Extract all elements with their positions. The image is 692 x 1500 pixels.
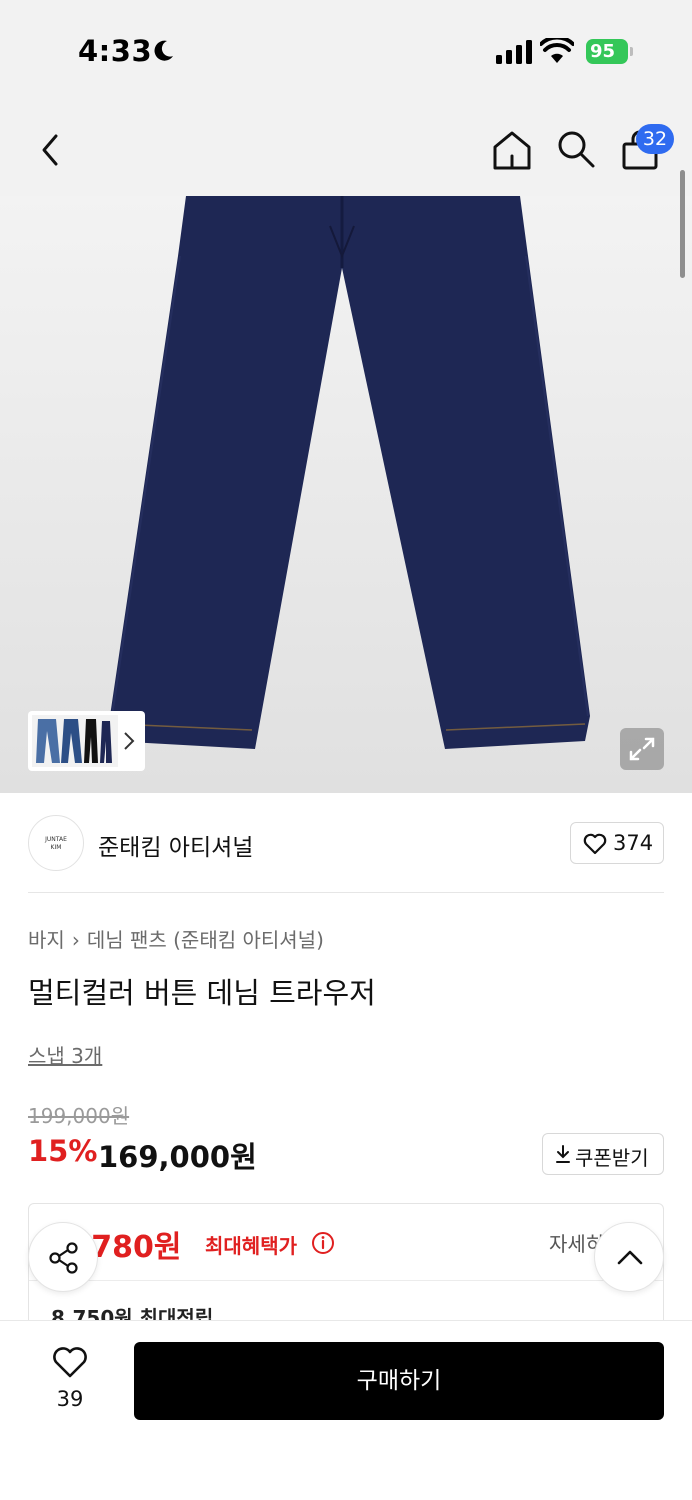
snap-link[interactable]: 스냅 3개 (28, 1040, 102, 1069)
coupon-button[interactable]: 쿠폰받기 (542, 1133, 664, 1175)
brand-row[interactable]: JUNTAE KIM 준태킴 아티셔널 374 (28, 815, 664, 871)
brand-like-button[interactable]: 374 (570, 822, 664, 864)
heart-icon (53, 1347, 87, 1378)
expand-icon (629, 737, 655, 761)
chevron-right-icon (124, 732, 135, 750)
discount-rate: 15% (28, 1134, 98, 1168)
heart-icon (583, 833, 607, 855)
product-image[interactable] (0, 196, 692, 793)
status-time: 4:33 (78, 34, 153, 68)
brand-logo[interactable]: JUNTAE KIM (28, 815, 84, 871)
denim-trousers-image (110, 196, 590, 749)
search-icon[interactable] (555, 128, 597, 170)
brand-name[interactable]: 준태킴 아티셔널 (98, 828, 253, 862)
cellular-signal-icon (496, 40, 532, 64)
share-icon (49, 1242, 78, 1274)
max-benefit-label: 최대혜택가 (205, 1234, 297, 1258)
divider (29, 1280, 663, 1281)
original-price: 199,000원 (28, 1104, 130, 1128)
chevron-right-icon: › (71, 928, 80, 952)
back-icon[interactable] (34, 130, 66, 170)
buy-button[interactable]: 구매하기 (134, 1342, 664, 1420)
share-button[interactable] (28, 1222, 98, 1292)
expand-image-button[interactable] (620, 728, 664, 770)
battery-icon: 95 (586, 39, 633, 64)
scroll-indicator[interactable] (680, 170, 685, 278)
moon-icon (154, 40, 173, 61)
home-icon[interactable] (490, 128, 534, 172)
wishlist-button[interactable]: 39 (40, 1341, 100, 1421)
image-thumbnail-strip[interactable] (28, 711, 145, 771)
coupon-button-label: 쿠폰받기 (575, 1146, 649, 1170)
breadcrumb-subcategory[interactable]: 데님 팬츠 (준태킴 아티셔널) (87, 924, 324, 953)
product-title: 멀티컬러 버튼 데님 트라우저 (28, 976, 376, 1010)
download-icon (556, 1145, 570, 1163)
scroll-to-top-button[interactable] (594, 1222, 664, 1292)
wifi-icon (540, 38, 574, 63)
brand-like-count: 374 (613, 831, 654, 855)
divider (28, 892, 664, 893)
battery-level: 95 (586, 39, 628, 64)
top-navigation-bar: 32 (0, 100, 692, 196)
info-icon[interactable] (311, 1231, 335, 1255)
breadcrumb-category[interactable]: 바지 (28, 924, 65, 953)
wishlist-count: 39 (56, 1387, 84, 1411)
chevron-up-icon (617, 1250, 643, 1265)
sale-price: 169,000원 (98, 1140, 257, 1174)
cart-count-badge: 32 (636, 124, 674, 154)
breadcrumb: 바지 › 데님 팬츠 (준태킴 아티셔널) (28, 924, 324, 953)
status-bar: 4:33 95 (0, 0, 692, 100)
bottom-action-bar: 39 구매하기 (0, 1320, 692, 1500)
